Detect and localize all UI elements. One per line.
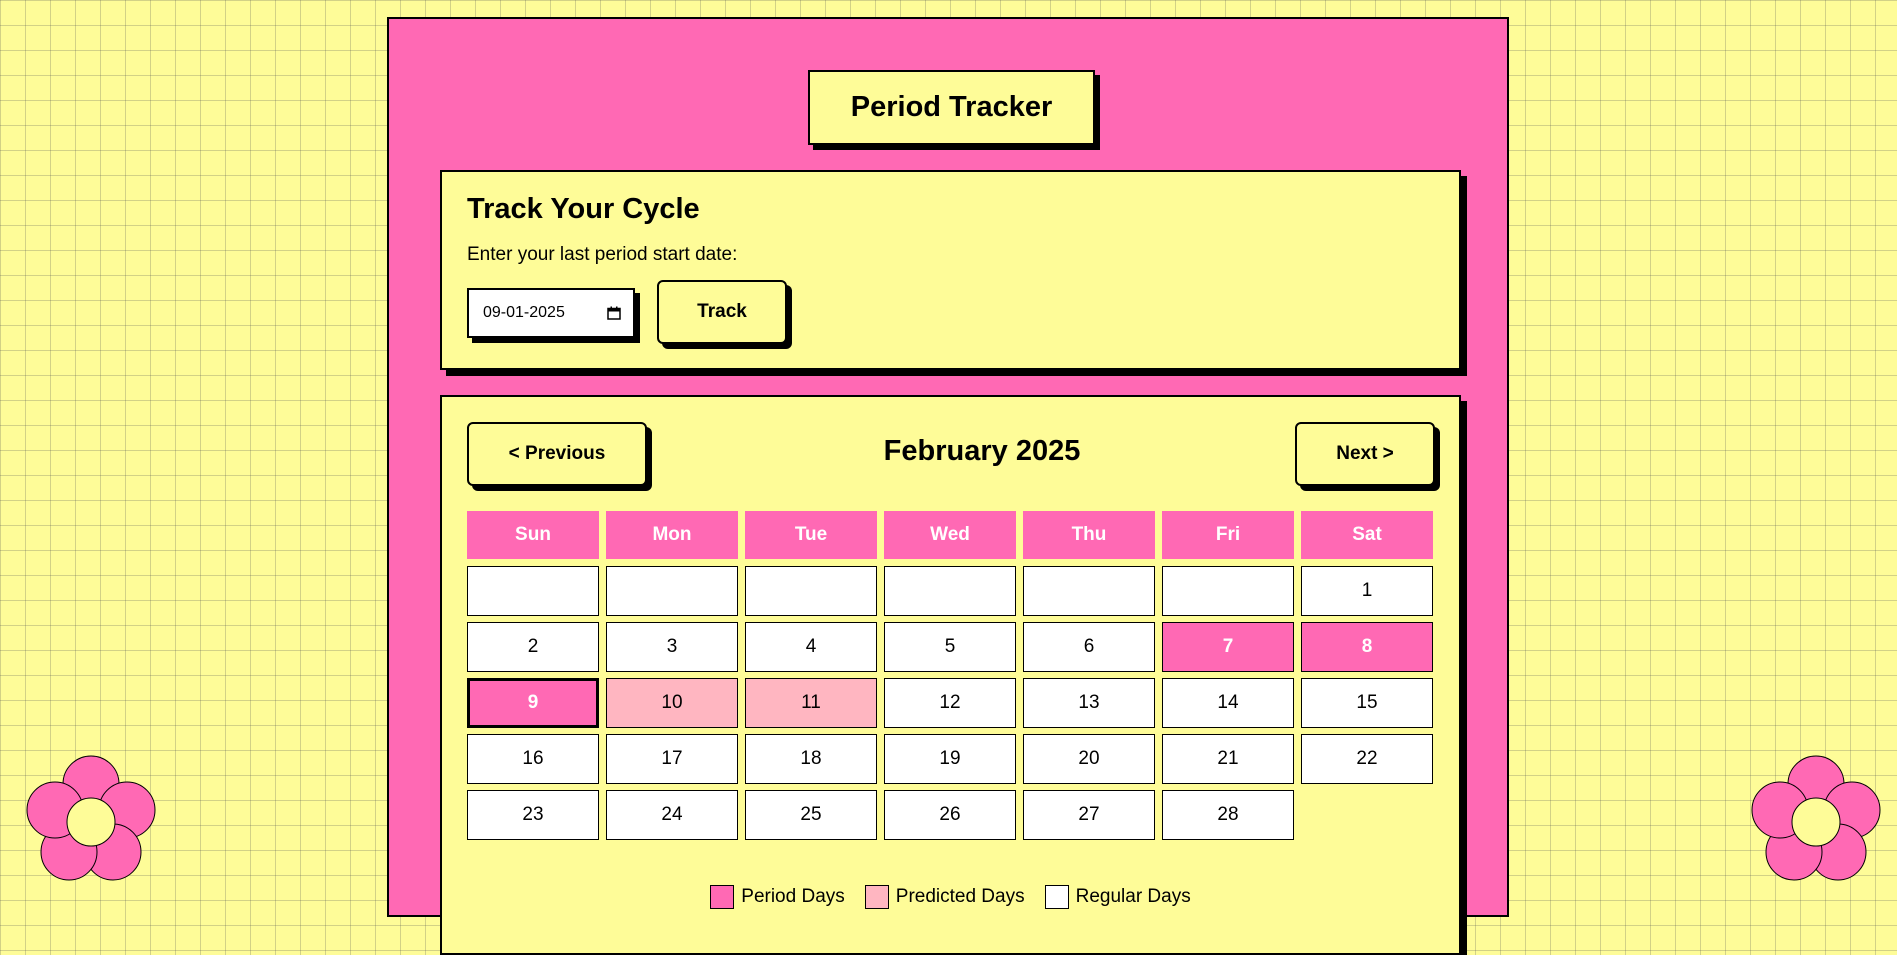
- calendar-empty-cell: [745, 566, 877, 616]
- calendar-day-12[interactable]: 12: [884, 678, 1016, 728]
- weekday-header-row: Sun Mon Tue Wed Thu Fri Sat: [467, 511, 1434, 559]
- calendar-empty-cell: [467, 566, 599, 616]
- calendar-day-25[interactable]: 25: [745, 790, 877, 840]
- calendar-day-7[interactable]: 7: [1162, 622, 1294, 672]
- track-button[interactable]: Track: [657, 280, 787, 344]
- calendar-day-2[interactable]: 2: [467, 622, 599, 672]
- calendar-day-17[interactable]: 17: [606, 734, 738, 784]
- legend-label-period: Period Days: [741, 886, 845, 907]
- weekday-tue: Tue: [745, 511, 877, 559]
- last-period-date-input[interactable]: 09-01-2025: [467, 288, 635, 338]
- flower-icon: [21, 752, 161, 892]
- calendar-day-28[interactable]: 28: [1162, 790, 1294, 840]
- calendar-empty-cell: [606, 566, 738, 616]
- calendar-day-23[interactable]: 23: [467, 790, 599, 840]
- calendar-card: < Previous February 2025 Next > Sun Mon …: [440, 395, 1461, 955]
- calendar-day-24[interactable]: 24: [606, 790, 738, 840]
- calendar-day-8[interactable]: 8: [1301, 622, 1433, 672]
- calendar-empty-cell: [1023, 566, 1155, 616]
- date-input-value: 09-01-2025: [483, 304, 565, 321]
- calendar-day-grid: 1 2 3 4 5 6 7 8 9 10 11 12 13 14 15 16 17 18 19 20 21 22 23 24 2…: [467, 566, 1434, 840]
- weekday-thu: Thu: [1023, 511, 1155, 559]
- calendar-day-1[interactable]: 1: [1301, 566, 1433, 616]
- weekday-sun: Sun: [467, 511, 599, 559]
- legend-item-period: Period Days: [710, 885, 845, 909]
- month-title: February 2025: [883, 435, 1081, 467]
- calendar-day-9[interactable]: 9: [467, 678, 599, 728]
- legend-swatch-period: [710, 885, 735, 909]
- calendar-empty-cell: [884, 566, 1016, 616]
- calendar-icon[interactable]: [607, 306, 621, 320]
- previous-month-button[interactable]: < Previous: [467, 422, 647, 486]
- track-cycle-card: Track Your Cycle Enter your last period …: [440, 170, 1461, 370]
- calendar-legend: Period Days Predicted Days Regular Days: [442, 885, 1459, 909]
- calendar-day-22[interactable]: 22: [1301, 734, 1433, 784]
- calendar-day-26[interactable]: 26: [884, 790, 1016, 840]
- legend-label-predicted: Predicted Days: [895, 886, 1025, 907]
- app-title-box: Period Tracker: [808, 70, 1095, 145]
- calendar-day-4[interactable]: 4: [745, 622, 877, 672]
- calendar-day-10[interactable]: 10: [606, 678, 738, 728]
- calendar-day-27[interactable]: 27: [1023, 790, 1155, 840]
- calendar-day-14[interactable]: 14: [1162, 678, 1294, 728]
- legend-swatch-predicted: [864, 885, 889, 909]
- calendar-day-19[interactable]: 19: [884, 734, 1016, 784]
- legend-item-regular: Regular Days: [1044, 885, 1191, 909]
- next-month-button[interactable]: Next >: [1295, 422, 1435, 486]
- legend-item-predicted: Predicted Days: [864, 885, 1025, 909]
- calendar-day-3[interactable]: 3: [606, 622, 738, 672]
- calendar-day-16[interactable]: 16: [467, 734, 599, 784]
- weekday-wed: Wed: [884, 511, 1016, 559]
- calendar-day-15[interactable]: 15: [1301, 678, 1433, 728]
- calendar-day-6[interactable]: 6: [1023, 622, 1155, 672]
- legend-swatch-regular: [1044, 885, 1069, 909]
- weekday-mon: Mon: [606, 511, 738, 559]
- calendar-day-11[interactable]: 11: [745, 678, 877, 728]
- weekday-sat: Sat: [1301, 511, 1433, 559]
- flower-icon: [1746, 752, 1886, 892]
- calendar-day-18[interactable]: 18: [745, 734, 877, 784]
- app-title: Period Tracker: [850, 91, 1053, 123]
- calendar-empty-cell: [1162, 566, 1294, 616]
- legend-label-regular: Regular Days: [1075, 886, 1191, 907]
- calendar-day-5[interactable]: 5: [884, 622, 1016, 672]
- date-prompt-label: Enter your last period start date:: [467, 244, 738, 265]
- calendar-day-13[interactable]: 13: [1023, 678, 1155, 728]
- calendar-day-20[interactable]: 20: [1023, 734, 1155, 784]
- weekday-fri: Fri: [1162, 511, 1294, 559]
- calendar-day-21[interactable]: 21: [1162, 734, 1294, 784]
- main-panel: Period Tracker Track Your Cycle Enter yo…: [387, 17, 1509, 955]
- track-cycle-heading: Track Your Cycle: [467, 193, 700, 225]
